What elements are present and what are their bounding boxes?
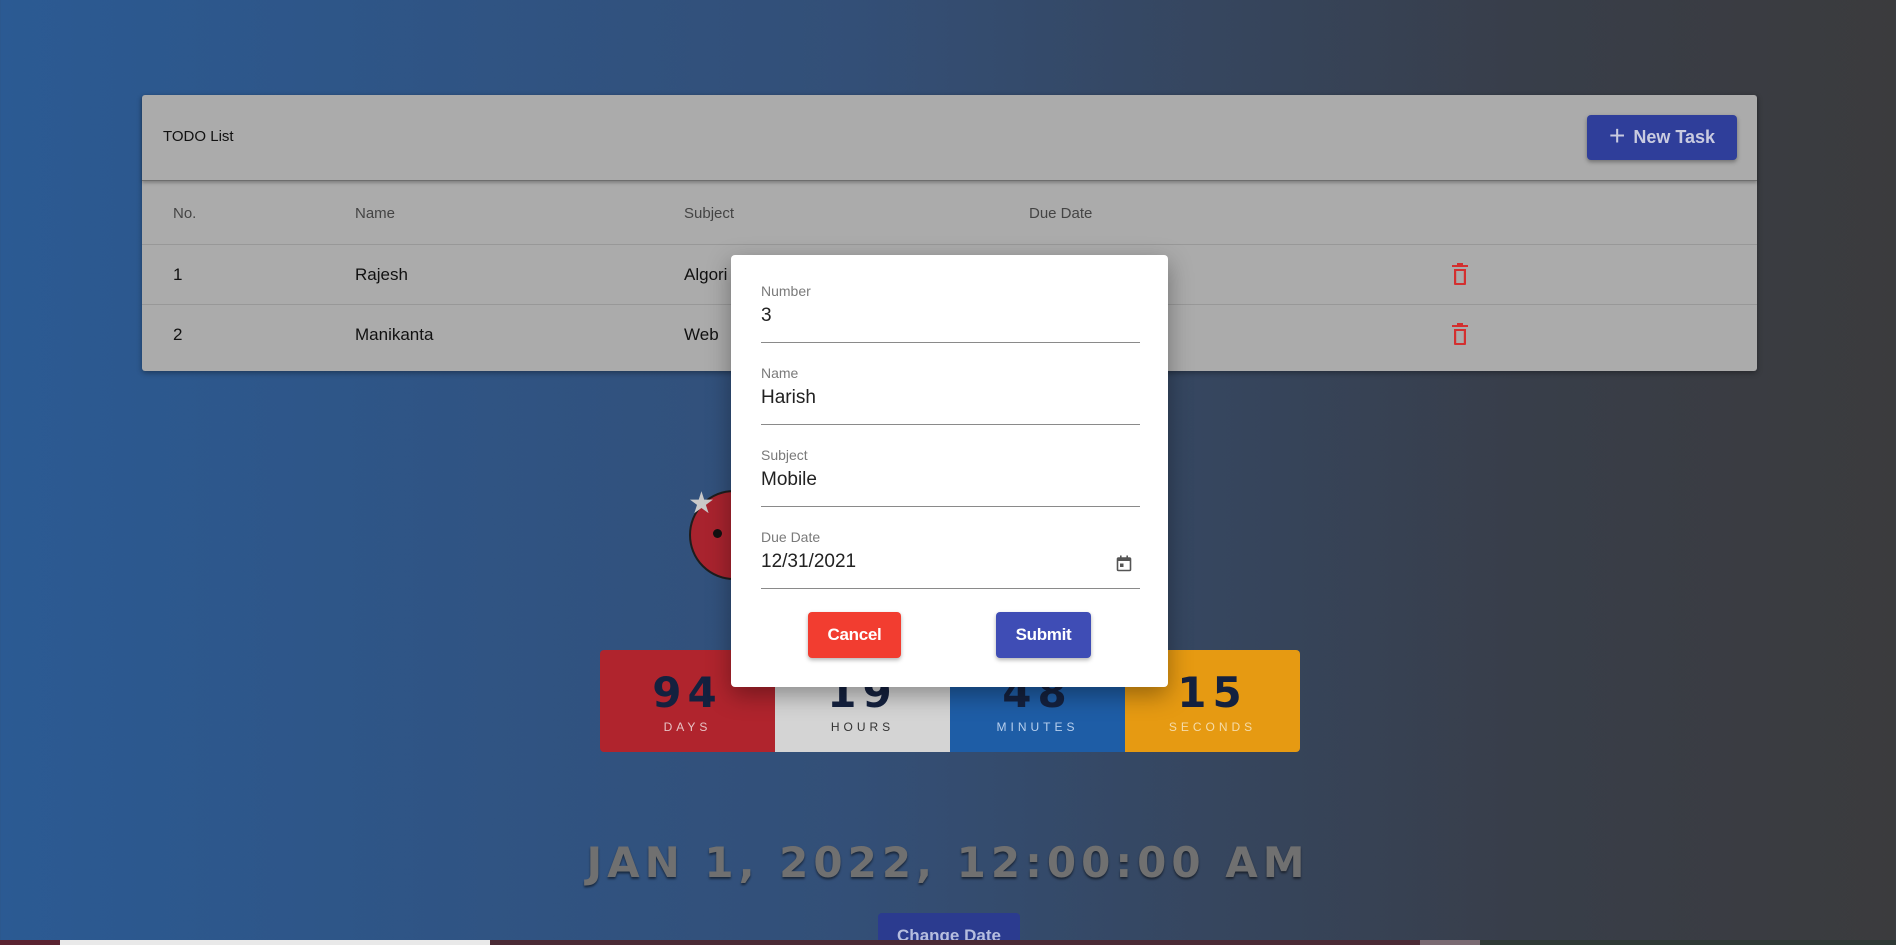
number-input[interactable] — [761, 305, 1101, 327]
todo-title: TODO List — [163, 128, 234, 145]
plus-icon: + — [1608, 120, 1626, 151]
submit-button[interactable]: Submit — [996, 612, 1091, 658]
row-number: 2 — [173, 325, 183, 344]
minutes-label: MINUTES — [996, 720, 1079, 734]
new-task-button[interactable]: + New Task — [1587, 115, 1737, 160]
table-header: No. Name Subject Due Date — [142, 181, 1757, 245]
trash-icon[interactable] — [1451, 322, 1469, 346]
cancel-button[interactable]: Cancel — [808, 612, 901, 658]
days-label: DAYS — [663, 720, 712, 734]
column-header-number: No. — [173, 205, 197, 222]
subject-label: Subject — [761, 447, 808, 463]
due-date-field: Due Date — [761, 529, 1140, 589]
star-icon: ★ — [688, 487, 715, 520]
row-subject: Algori — [684, 265, 728, 284]
row-subject: Web — [684, 325, 719, 344]
todo-header: TODO List + New Task — [142, 95, 1757, 181]
row-name: Rajesh — [355, 265, 408, 284]
new-task-label: New Task — [1633, 127, 1716, 147]
target-date: JAN 1, 2022, 12:00:00 AM — [586, 838, 1310, 887]
column-header-due-date: Due Date — [1029, 205, 1093, 222]
number-label: Number — [761, 283, 811, 299]
due-date-label: Due Date — [761, 529, 821, 545]
seconds-label: SECONDS — [1168, 720, 1257, 734]
row-name: Manikanta — [355, 325, 434, 344]
mascot-eye — [713, 529, 722, 538]
name-field: Name — [761, 365, 1140, 425]
subject-field: Subject — [761, 447, 1140, 507]
name-label: Name — [761, 365, 799, 381]
due-date-input[interactable] — [761, 551, 1101, 573]
calendar-icon[interactable] — [1116, 555, 1132, 572]
column-header-subject: Subject — [684, 205, 735, 222]
hours-label: HOURS — [830, 720, 895, 734]
row-number: 1 — [173, 265, 183, 284]
trash-icon[interactable] — [1451, 262, 1469, 286]
column-header-name: Name — [355, 205, 396, 222]
number-field: Number — [761, 283, 1140, 343]
new-task-dialog: Number Name Subject Due Date Cancel Subm… — [731, 255, 1168, 687]
bottom-strip — [0, 940, 1896, 945]
subject-input[interactable] — [761, 469, 1101, 491]
name-input[interactable] — [761, 387, 1101, 409]
